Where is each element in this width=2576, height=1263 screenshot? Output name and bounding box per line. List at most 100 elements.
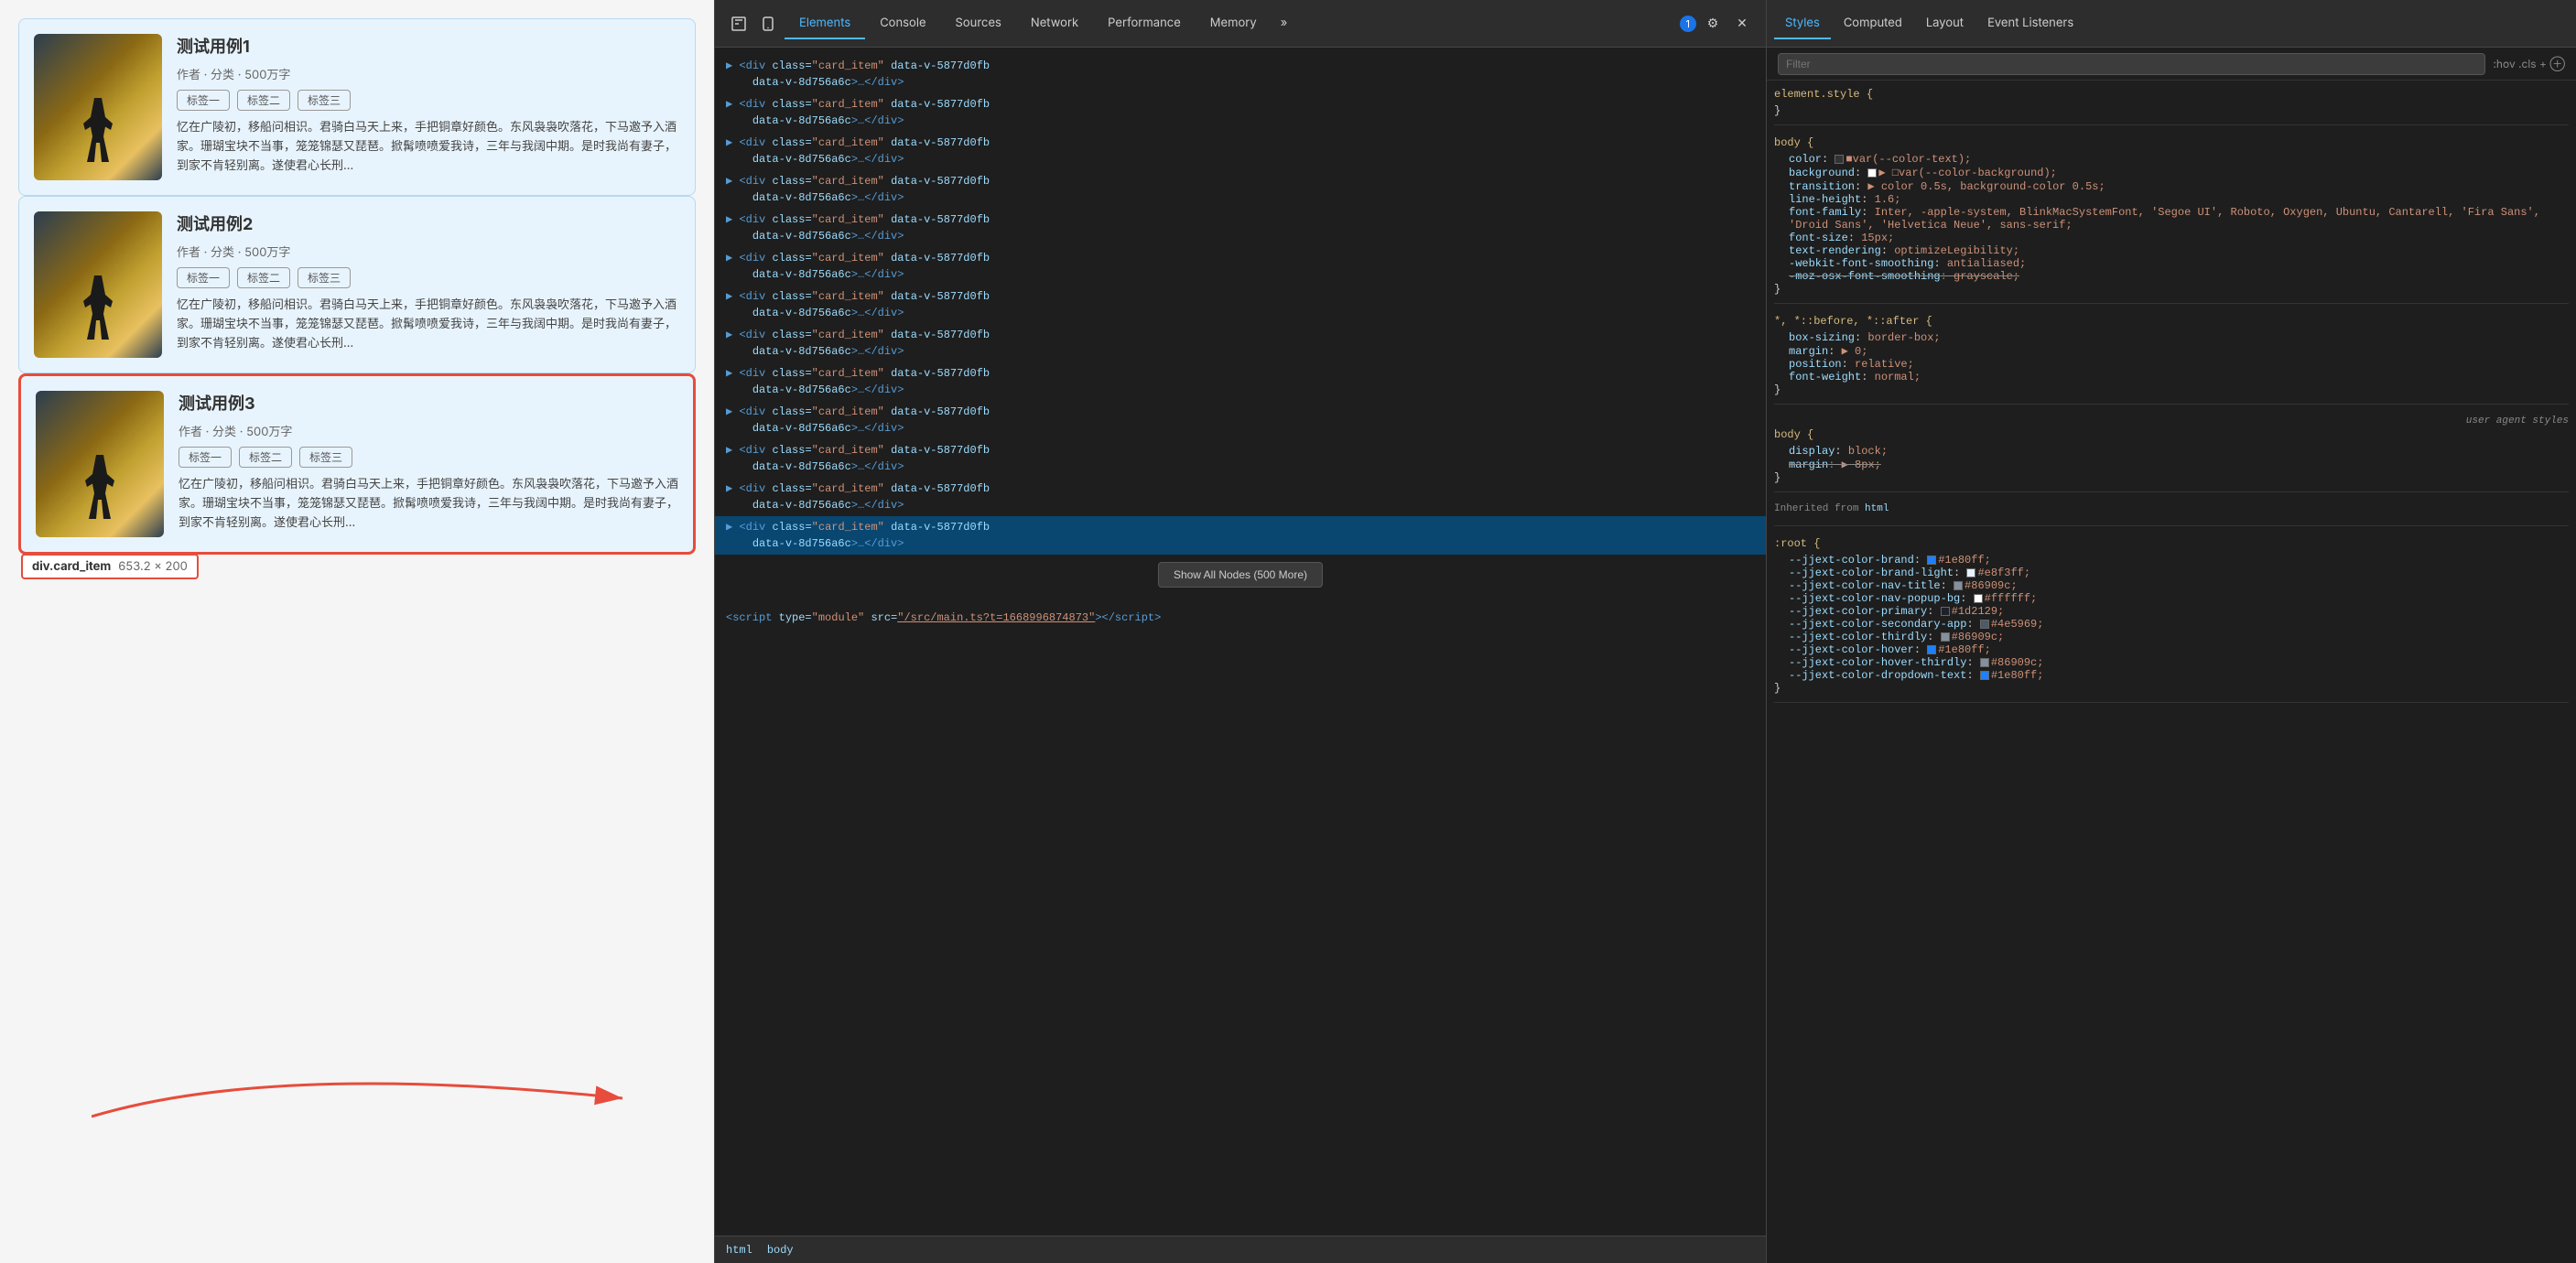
tab-computed[interactable]: Computed: [1833, 8, 1913, 39]
devtools-elements-panel: Elements Console Sources Network Perform…: [714, 0, 1767, 1263]
style-property: --jjext-color-hover-thirdly: #86909c;: [1789, 656, 2569, 669]
color-swatch: [1980, 658, 1989, 667]
tab-more-button[interactable]: »: [1272, 8, 1297, 39]
color-swatch: [1954, 581, 1963, 590]
style-property: text-rendering: optimizeLegibility;: [1789, 244, 2569, 257]
tree-row[interactable]: ▶ <div class="card_item" data-v-5877d0fb…: [715, 209, 1766, 247]
tab-network[interactable]: Network: [1016, 8, 1093, 39]
style-property: display: block;: [1789, 445, 2569, 458]
style-prop-name: --jjext-color-brand-light: [1789, 567, 1954, 579]
user-agent-label: user agent styles: [2466, 416, 2569, 426]
style-property: --jjext-color-primary: #1d2129;: [1789, 605, 2569, 618]
style-source: user agent styles: [1774, 416, 2569, 426]
card-tag: 标签一: [177, 267, 230, 288]
element-tooltip: div.card_item653.2 × 200: [21, 554, 199, 579]
tree-row[interactable]: ▶ <div class="card_item" data-v-5877d0fb…: [715, 439, 1766, 478]
breadcrumb-html[interactable]: html: [726, 1244, 752, 1257]
card-tags: 标签一标签二标签三: [177, 267, 680, 288]
close-devtools-button[interactable]: ✕: [1729, 11, 1755, 37]
tree-row[interactable]: ▶ <div class="card_item" data-v-5877d0fb…: [715, 93, 1766, 132]
card-meta: 作者 · 分类 · 500万字: [179, 422, 678, 439]
tab-console[interactable]: Console: [865, 8, 940, 39]
tree-row[interactable]: ▶ <div class="card_item" data-v-5877d0fb…: [715, 516, 1766, 555]
inherited-from-label: Inherited from html: [1774, 503, 2569, 514]
style-prop-name: font-weight: [1789, 371, 1861, 383]
tree-row[interactable]: ▶ <div class="card_item" data-v-5877d0fb…: [715, 478, 1766, 516]
tree-row-content: ▶ <div class="card_item" data-v-5877d0fb…: [726, 96, 1755, 129]
breadcrumb-bar: html body: [715, 1236, 1766, 1263]
tab-styles[interactable]: Styles: [1774, 8, 1831, 39]
style-prop-name: --jjext-color-nav-title: [1789, 579, 1941, 592]
style-selector: body {: [1774, 136, 2569, 149]
style-prop-name: position: [1789, 358, 1842, 371]
style-property: font-weight: normal;: [1789, 371, 2569, 383]
tab-performance[interactable]: Performance: [1093, 8, 1196, 39]
style-prop-name: display: [1789, 445, 1835, 458]
tree-row-content: ▶ <div class="card_item" data-v-5877d0fb…: [726, 519, 1755, 552]
breadcrumb-body[interactable]: body: [767, 1244, 794, 1257]
tree-row[interactable]: ▶ <div class="card_item" data-v-5877d0fb…: [715, 55, 1766, 93]
tree-row-content: ▶ <div class="card_item" data-v-5877d0fb…: [726, 250, 1755, 283]
elements-tree[interactable]: ▶ <div class="card_item" data-v-5877d0fb…: [715, 48, 1766, 1236]
card-content: 测试用例2作者 · 分类 · 500万字标签一标签二标签三忆在广陵初，移船问相识…: [177, 211, 680, 358]
color-swatch: [1941, 607, 1950, 616]
style-property: --jjext-color-secondary-app: #4e5969;: [1789, 618, 2569, 631]
style-selector: element.style {: [1774, 88, 2569, 101]
style-block: user agent styles body { display: block;ma…: [1774, 416, 2569, 492]
card-image-silhouette: [80, 98, 116, 162]
color-swatch: [1835, 155, 1844, 164]
card-title: 测试用例1: [177, 34, 680, 58]
tree-row-content: ▶ <div class="card_item" data-v-5877d0fb…: [726, 327, 1755, 360]
script-src-link[interactable]: "/src/main.ts?t=1668996874873": [897, 611, 1095, 624]
style-prop-name: font-family: [1789, 206, 1861, 219]
tree-row[interactable]: ▶ <div class="card_item" data-v-5877d0fb…: [715, 286, 1766, 324]
card-description: 忆在广陵初，移船问相识。君骑白马天上来，手把铜章好颜色。东风袅袅吹落花，下马邀予…: [179, 475, 678, 532]
styles-filter-input[interactable]: [1778, 53, 2485, 75]
style-selector: body {: [1774, 428, 2569, 441]
card-tag: 标签二: [237, 90, 290, 111]
color-swatch: [1974, 594, 1983, 603]
styles-filter-bar: :hov .cls + ⊕: [1767, 48, 2576, 81]
settings-button[interactable]: ⚙: [1700, 11, 1726, 37]
device-toolbar-button[interactable]: [755, 11, 781, 37]
style-property: -webkit-font-smoothing: antialiased;: [1789, 257, 2569, 270]
style-property: box-sizing: border-box;: [1789, 331, 2569, 344]
tree-row[interactable]: ▶ <div class="card_item" data-v-5877d0fb…: [715, 401, 1766, 439]
style-prop-name: font-size: [1789, 232, 1848, 244]
tree-row[interactable]: ▶ <div class="card_item" data-v-5877d0fb…: [715, 247, 1766, 286]
style-property: --jjext-color-hover: #1e80ff;: [1789, 643, 2569, 656]
tree-row-content: ▶ <div class="card_item" data-v-5877d0fb…: [726, 288, 1755, 321]
style-property: margin: ▶ 8px;: [1789, 458, 2569, 471]
tree-row-content: ▶ <div class="card_item" data-v-5877d0fb…: [726, 135, 1755, 167]
inspect-element-button[interactable]: [726, 11, 752, 37]
style-property: transition: ▶ color 0.5s, background-col…: [1789, 179, 2569, 193]
style-property: -moz-osx-font-smoothing: grayscale;: [1789, 270, 2569, 283]
tree-row[interactable]: ▶ <div class="card_item" data-v-5877d0fb…: [715, 362, 1766, 401]
card-content: 测试用例1作者 · 分类 · 500万字标签一标签二标签三忆在广陵初，移船问相识…: [177, 34, 680, 180]
style-block: Inherited from html: [1774, 503, 2569, 526]
card-tags: 标签一标签二标签三: [177, 90, 680, 111]
tab-elements[interactable]: Elements: [785, 8, 865, 39]
tab-layout[interactable]: Layout: [1915, 8, 1975, 39]
style-property: line-height: 1.6;: [1789, 193, 2569, 206]
style-block: element.style {}: [1774, 88, 2569, 125]
color-swatch: [1980, 671, 1989, 680]
tab-sources[interactable]: Sources: [941, 8, 1016, 39]
tree-row-content: ▶ <div class="card_item" data-v-5877d0fb…: [726, 480, 1755, 513]
tree-row-content: ▶ <div class="card_item" data-v-5877d0fb…: [726, 58, 1755, 91]
card-tag: 标签三: [299, 447, 352, 468]
style-prop-name: background: [1789, 167, 1855, 179]
tab-event-listeners[interactable]: Event Listeners: [1976, 8, 2084, 39]
card-item-2: 测试用例2作者 · 分类 · 500万字标签一标签二标签三忆在广陵初，移船问相识…: [18, 196, 696, 373]
style-property: --jjext-color-nav-popup-bg: #ffffff;: [1789, 592, 2569, 605]
tree-row[interactable]: ▶ <div class="card_item" data-v-5877d0fb…: [715, 132, 1766, 170]
card-tag: 标签二: [239, 447, 292, 468]
style-prop-name: margin: ▶ 8px;: [1789, 459, 1881, 471]
style-prop-name: margin: [1789, 345, 1828, 358]
tree-row[interactable]: ▶ <div class="card_item" data-v-5877d0fb…: [715, 324, 1766, 362]
styles-tab-list: Styles Computed Layout Event Listeners: [1767, 0, 2576, 48]
tree-row[interactable]: ▶ <div class="card_item" data-v-5877d0fb…: [715, 170, 1766, 209]
card-image: [36, 391, 164, 537]
show-all-nodes-button[interactable]: Show All Nodes (500 More): [1158, 562, 1323, 588]
tab-memory[interactable]: Memory: [1196, 8, 1272, 39]
